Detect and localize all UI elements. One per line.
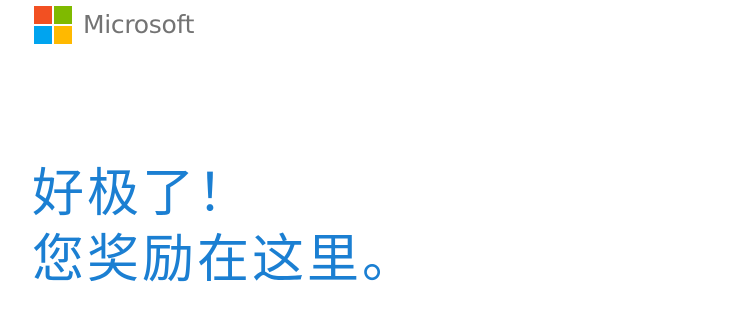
brand-name: Microsoft (83, 10, 195, 39)
logo-square-red (34, 6, 52, 24)
logo-square-yellow (54, 26, 72, 44)
page: Microsoft 好极了！ 您奖励在这里。 (0, 0, 742, 314)
microsoft-logo-icon (34, 6, 72, 44)
reward-headline: 好极了！ 您奖励在这里。 (32, 161, 417, 293)
headline-line-1: 好极了！ (32, 164, 253, 224)
microsoft-logo: Microsoft (34, 6, 194, 44)
headline-line-2: 您奖励在这里。 (32, 230, 418, 290)
logo-square-blue (34, 26, 52, 44)
logo-square-green (54, 6, 72, 24)
